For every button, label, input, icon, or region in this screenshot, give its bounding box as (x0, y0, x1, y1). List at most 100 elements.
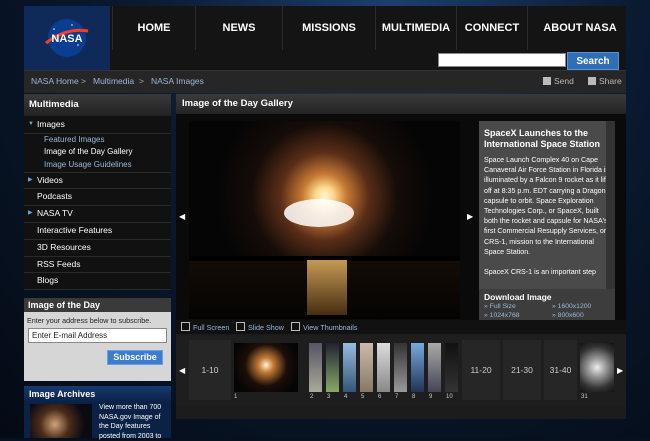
nav-home[interactable]: HOME (112, 6, 195, 50)
sidebar-title: Multimedia (24, 94, 171, 117)
gallery-controls: Full Screen Slide Show View Thumbnails (176, 320, 626, 334)
breadcrumb-separator: > (139, 76, 144, 86)
caption-title: SpaceX Launches to the International Spa… (484, 128, 601, 149)
sidebar-subitem-image-of-the-day-gallery[interactable]: Image of the Day Gallery (24, 146, 171, 159)
nav-news[interactable]: NEWS (195, 6, 282, 50)
sidebar-item-podcasts[interactable]: Podcasts (24, 189, 171, 207)
sidebar-subitem-image-usage[interactable]: Image Usage Guidelines (24, 159, 171, 173)
page-31-40[interactable]: 31-40 (544, 340, 577, 400)
expanded-arrow-icon: ▼ (28, 121, 34, 127)
nav-multimedia[interactable]: MULTIMEDIA (375, 6, 456, 50)
thumbnail-6[interactable] (377, 343, 390, 392)
search-button[interactable]: Search (567, 52, 619, 70)
next-image-arrow[interactable]: ▶ (467, 212, 473, 221)
main-photo[interactable] (189, 121, 460, 319)
breadcrumb-nasa-home[interactable]: NASA Home (31, 76, 79, 86)
send-icon (543, 77, 551, 85)
download-1024x768[interactable]: » 1024x768 (484, 312, 520, 319)
thumb-number: 8 (412, 394, 416, 400)
download-full-size[interactable]: » Full Size (484, 303, 516, 310)
breadcrumb-multimedia[interactable]: Multimedia (93, 76, 134, 86)
sidebar-item-3d[interactable]: 3D Resources (24, 240, 171, 257)
strip-prev-arrow[interactable]: ◀ (179, 366, 185, 375)
thumbnail-7[interactable] (394, 343, 407, 392)
image-viewer: ◀ ▶ SpaceX Launches to the International… (176, 114, 626, 321)
thumb-number: 9 (429, 394, 433, 400)
caption-scrollbar[interactable] (606, 121, 615, 289)
archives-thumbnail[interactable] (30, 404, 92, 438)
thumbnail-1[interactable] (234, 343, 298, 392)
caption-panel: SpaceX Launches to the International Spa… (479, 121, 615, 321)
iod-title: Image of the Day (24, 298, 171, 312)
launch-smoke (284, 199, 354, 227)
thumbnail-31[interactable] (580, 343, 614, 392)
thumbnail-3[interactable] (326, 343, 339, 392)
full-screen-button[interactable]: Full Screen (181, 322, 229, 332)
send-link[interactable]: Send (543, 76, 574, 86)
sidebar: Multimedia ▼ Images Featured Images Image… (24, 94, 171, 291)
share-label: Share (599, 76, 622, 86)
sidebar-menu: ▼ Images Featured Images Image of the Day… (24, 117, 171, 291)
gallery-title: Image of the Day Gallery (176, 94, 626, 114)
nav-about[interactable]: ABOUT NASA (527, 6, 632, 50)
thumbnail-strip: ◀ 1-10 1 2 3 4 5 6 7 8 9 10 11-20 21-30 … (176, 336, 626, 406)
sidebar-subitem-featured-images[interactable]: Featured Images (24, 134, 171, 147)
thumbnail-4[interactable] (343, 343, 356, 392)
nav-connect[interactable]: CONNECT (456, 6, 527, 50)
send-label: Send (554, 76, 574, 86)
breadcrumb: NASA Home > Multimedia > NASA Images Sen… (24, 70, 626, 93)
iod-description: Enter your address below to subscribe. (27, 316, 152, 325)
sidebar-item-blogs[interactable]: Blogs (24, 273, 171, 291)
thumbnail-5[interactable] (360, 343, 373, 392)
image-of-day-subscribe: Image of the Day Enter your address belo… (24, 298, 171, 381)
thumb-number: 1 (234, 394, 238, 400)
strip-next-arrow[interactable]: ▶ (617, 366, 623, 375)
thumb-number: 3 (327, 394, 331, 400)
main-nav: HOME NEWS MISSIONS MULTIMEDIA CONNECT AB… (112, 6, 632, 50)
thumb-number: 4 (344, 394, 348, 400)
download-title: Download Image (484, 292, 552, 302)
thumbnail-8[interactable] (411, 343, 424, 392)
share-icon (588, 77, 596, 85)
breadcrumb-nasa-images[interactable]: NASA Images (151, 76, 204, 86)
thumbnail-2[interactable] (309, 343, 322, 392)
download-section: Download Image » Full Size » 1600x1200 »… (479, 289, 615, 321)
sidebar-item-rss[interactable]: RSS Feeds (24, 257, 171, 274)
page-1-10[interactable]: 1-10 (189, 340, 231, 400)
svg-text:NASA: NASA (51, 33, 82, 45)
image-archives: Image Archives View more than 700 NASA.g… (24, 386, 171, 440)
nasa-logo[interactable]: NASA (24, 6, 110, 70)
thumb-number: 31 (581, 394, 588, 400)
email-field[interactable]: Enter E-mail Address (28, 328, 167, 343)
search-input[interactable] (438, 53, 566, 67)
share-link[interactable]: Share (588, 76, 622, 86)
nav-missions[interactable]: MISSIONS (282, 6, 375, 50)
site-header: NASA HOME NEWS MISSIONS MULTIMEDIA CONNE… (24, 6, 626, 70)
page-11-20[interactable]: 11-20 (462, 340, 500, 400)
thumb-number: 5 (361, 394, 365, 400)
sidebar-item-videos[interactable]: ▶ Videos (24, 173, 171, 190)
sidebar-item-interactive[interactable]: Interactive Features (24, 223, 171, 240)
breadcrumb-separator: > (81, 76, 86, 86)
caption-body: Space Launch Complex 40 on Cape Canavera… (484, 156, 612, 277)
slide-show-button[interactable]: Slide Show (236, 322, 284, 332)
download-1600x1200[interactable]: » 1600x1200 (552, 303, 591, 310)
sidebar-item-nasa-tv[interactable]: ▶ NASA TV (24, 206, 171, 223)
subscribe-button[interactable]: Subscribe (107, 350, 163, 365)
view-thumbnails-button[interactable]: View Thumbnails (291, 322, 357, 332)
gallery-panel: Image of the Day Gallery ◀ ▶ SpaceX Laun… (176, 94, 626, 419)
collapsed-arrow-icon: ▶ (28, 176, 33, 183)
thumb-number: 10 (446, 394, 453, 400)
download-800x600[interactable]: » 800x600 (552, 312, 584, 319)
thumbnail-10[interactable] (445, 343, 458, 392)
page-21-30[interactable]: 21-30 (503, 340, 541, 400)
nasa-meatball-icon: NASA (45, 19, 89, 57)
water-reflection (307, 260, 347, 315)
page: NASA HOME NEWS MISSIONS MULTIMEDIA CONNE… (24, 6, 626, 440)
thumb-number: 7 (395, 394, 399, 400)
full-screen-icon (181, 322, 190, 331)
archives-title: Image Archives (24, 386, 171, 402)
prev-image-arrow[interactable]: ◀ (179, 212, 185, 221)
sidebar-item-images[interactable]: ▼ Images (24, 117, 171, 134)
thumbnail-9[interactable] (428, 343, 441, 392)
